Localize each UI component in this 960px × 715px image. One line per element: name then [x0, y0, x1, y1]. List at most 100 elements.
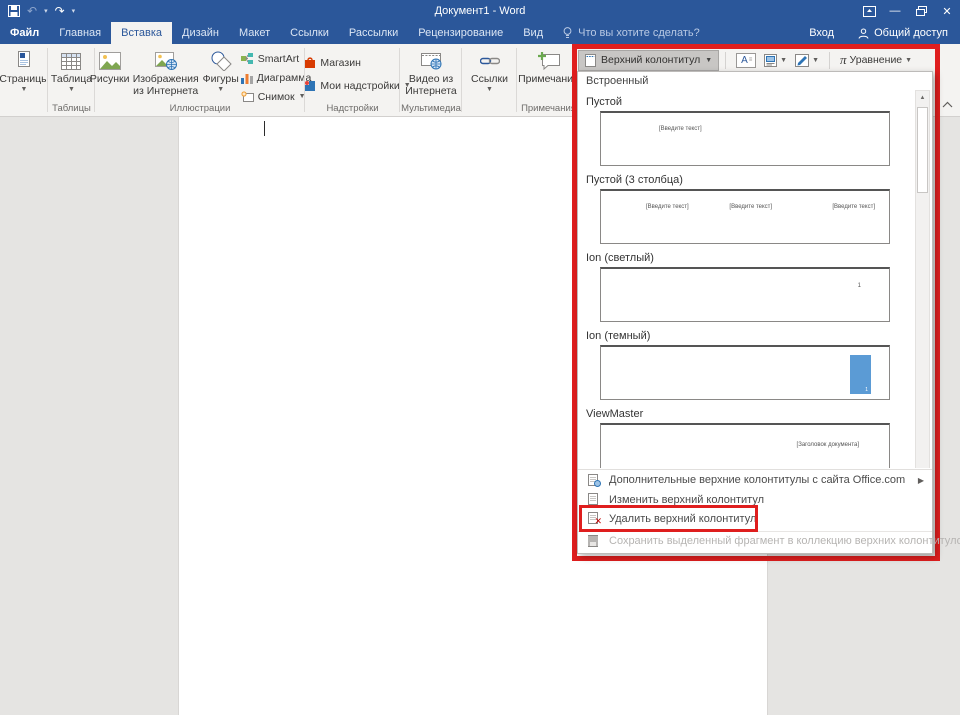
- group-media: Видео из Интернета Мультимедиа: [400, 44, 462, 116]
- lightbulb-icon: [563, 27, 572, 39]
- quick-access-toolbar: ↶ ▾ ↷ ▾: [0, 5, 75, 17]
- scrollbar-down-icon[interactable]: ▼: [916, 467, 929, 468]
- text-cursor: [264, 121, 265, 136]
- redo-icon[interactable]: ↷: [55, 5, 65, 17]
- online-video-button[interactable]: Видео из Интернета: [402, 48, 460, 98]
- tab-file[interactable]: Файл: [0, 22, 49, 44]
- menu-item-edit-header[interactable]: Изменить верхний колонтитул: [578, 490, 932, 509]
- chevron-down-icon: ▼: [780, 57, 787, 64]
- store-label: Магазин: [320, 57, 361, 69]
- gallery-item-blank-3col[interactable]: Пустой (3 столбца) [Введите текст] [Введ…: [578, 174, 932, 244]
- online-video-label: Видео из Интернета: [404, 74, 458, 97]
- placeholder-text: [Введите текст]: [832, 204, 875, 210]
- header-page-icon: [585, 54, 596, 67]
- restore-button[interactable]: [908, 0, 934, 22]
- links-icon: [480, 49, 500, 73]
- store-button[interactable]: Магазин: [304, 54, 410, 71]
- signature-line-button[interactable]: ▼: [791, 50, 823, 70]
- online-pictures-button[interactable]: Изображения из Интернета: [131, 48, 201, 98]
- menu-item-remove-header[interactable]: ✕ Удалить верхний колонтитул: [578, 509, 932, 528]
- ribbon-display-options-icon[interactable]: [856, 0, 882, 22]
- smartart-button[interactable]: SmartArt: [241, 50, 312, 67]
- tab-home[interactable]: Главная: [49, 22, 111, 44]
- strip-divider: [829, 52, 830, 69]
- scrollbar-thumb[interactable]: [917, 107, 928, 193]
- remove-header-icon: ✕: [587, 512, 601, 525]
- my-addins-button[interactable]: Мои надстройки ▼: [304, 77, 410, 94]
- tab-layout[interactable]: Макет: [229, 22, 280, 44]
- screenshot-label: Снимок: [258, 91, 295, 103]
- shapes-label: Фигуры: [203, 74, 239, 86]
- page-number-text: 1: [865, 387, 868, 393]
- equation-button[interactable]: π Уравнение ▼: [836, 50, 916, 70]
- gallery-item-name: ViewMaster: [586, 408, 932, 420]
- equation-label: Уравнение: [850, 54, 903, 66]
- gallery-item-ion-light[interactable]: Ion (светлый) 1: [578, 252, 932, 322]
- collapse-ribbon-icon[interactable]: [942, 101, 953, 108]
- table-button[interactable]: Таблица ▼: [49, 48, 94, 94]
- minimize-button[interactable]: —: [882, 0, 908, 22]
- pictures-icon: [99, 49, 121, 73]
- chevron-down-icon: ▼: [217, 87, 224, 93]
- screenshot-icon: [241, 91, 254, 102]
- ribbon-strip-under-annotation: Верхний колонтитул ▼ A≡ ▼ ▼ π: [577, 49, 935, 71]
- group-label-media: Мультимедиа: [400, 103, 462, 114]
- text-box-icon: A≡: [736, 53, 756, 68]
- header-button[interactable]: Верхний колонтитул ▼: [578, 50, 719, 71]
- menu-item-label: Удалить верхний колонтитул: [609, 513, 756, 525]
- chart-icon: [241, 72, 253, 84]
- gallery-item-blank[interactable]: Пустой [Введите текст]: [578, 96, 932, 166]
- close-button[interactable]: ✕: [934, 0, 960, 22]
- header-gallery: Пустой [Введите текст] Пустой (3 столбца…: [578, 88, 932, 468]
- sign-in-button[interactable]: Вход: [797, 22, 846, 44]
- menu-item-label: Изменить верхний колонтитул: [609, 494, 764, 506]
- tell-me-box[interactable]: Что вы хотите сделать?: [553, 22, 710, 44]
- pictures-button[interactable]: Рисунки: [89, 48, 131, 87]
- placeholder-text: [Введите текст]: [729, 204, 772, 210]
- group-addins: Магазин Мои надстройки ▼ Надстройки: [305, 44, 400, 116]
- gallery-item-name: Ion (светлый): [586, 252, 932, 264]
- gallery-item-thumbnail: [Введите текст]: [600, 111, 890, 166]
- pages-icon: [15, 49, 33, 73]
- pages-button[interactable]: Страницы ▼: [0, 48, 51, 94]
- scrollbar-up-icon[interactable]: ▲: [916, 91, 929, 105]
- office-com-icon: [587, 474, 601, 487]
- tab-design[interactable]: Дизайн: [172, 22, 229, 44]
- text-box-button[interactable]: A≡: [732, 50, 760, 70]
- undo-dropdown-icon[interactable]: ▾: [44, 7, 48, 15]
- gallery-scrollbar[interactable]: ▲ ▼: [915, 90, 930, 468]
- links-button[interactable]: Ссылки ▼: [469, 48, 510, 94]
- chart-button[interactable]: Диаграмма: [241, 69, 312, 86]
- online-video-icon: [419, 49, 443, 73]
- chevron-down-icon: ▼: [905, 57, 912, 64]
- ribbon-tabs: Файл Главная Вставка Дизайн Макет Ссылки…: [0, 22, 960, 44]
- group-label-addins: Надстройки: [305, 103, 400, 114]
- gallery-item-thumbnail: [Заголовок документа]: [600, 423, 890, 468]
- person-icon: [858, 28, 869, 39]
- gallery-item-viewmaster[interactable]: ViewMaster [Заголовок документа]: [578, 408, 932, 468]
- quick-parts-icon: [764, 54, 777, 67]
- menu-item-more-headers[interactable]: Дополнительные верхние колонтитулы с сай…: [578, 470, 932, 490]
- tab-references[interactable]: Ссылки: [280, 22, 339, 44]
- share-button[interactable]: Общий доступ: [846, 22, 960, 44]
- gallery-item-ion-dark[interactable]: Ion (темный) 1: [578, 330, 932, 400]
- shapes-icon: [210, 49, 232, 73]
- pictures-label: Рисунки: [90, 74, 130, 86]
- save-icon[interactable]: [8, 5, 20, 17]
- table-icon: [61, 49, 81, 73]
- ion-dark-accent-rect: 1: [850, 355, 871, 394]
- chevron-down-icon: ▼: [68, 87, 75, 93]
- shapes-button[interactable]: Фигуры ▼: [201, 48, 241, 94]
- undo-icon[interactable]: ↶: [27, 5, 37, 17]
- chevron-down-icon: ▼: [812, 57, 819, 64]
- submenu-arrow-icon: ▶: [918, 476, 924, 485]
- chevron-down-icon: ▼: [21, 87, 28, 93]
- group-label-comments: Примечания: [517, 103, 580, 114]
- customize-qat-icon[interactable]: ▾: [72, 7, 76, 15]
- tab-view[interactable]: Вид: [513, 22, 553, 44]
- tab-review[interactable]: Рецензирование: [408, 22, 513, 44]
- quick-parts-button[interactable]: ▼: [760, 50, 791, 70]
- gallery-item-thumbnail: 1: [600, 267, 890, 322]
- tab-mailings[interactable]: Рассылки: [339, 22, 408, 44]
- tab-insert[interactable]: Вставка: [111, 22, 172, 44]
